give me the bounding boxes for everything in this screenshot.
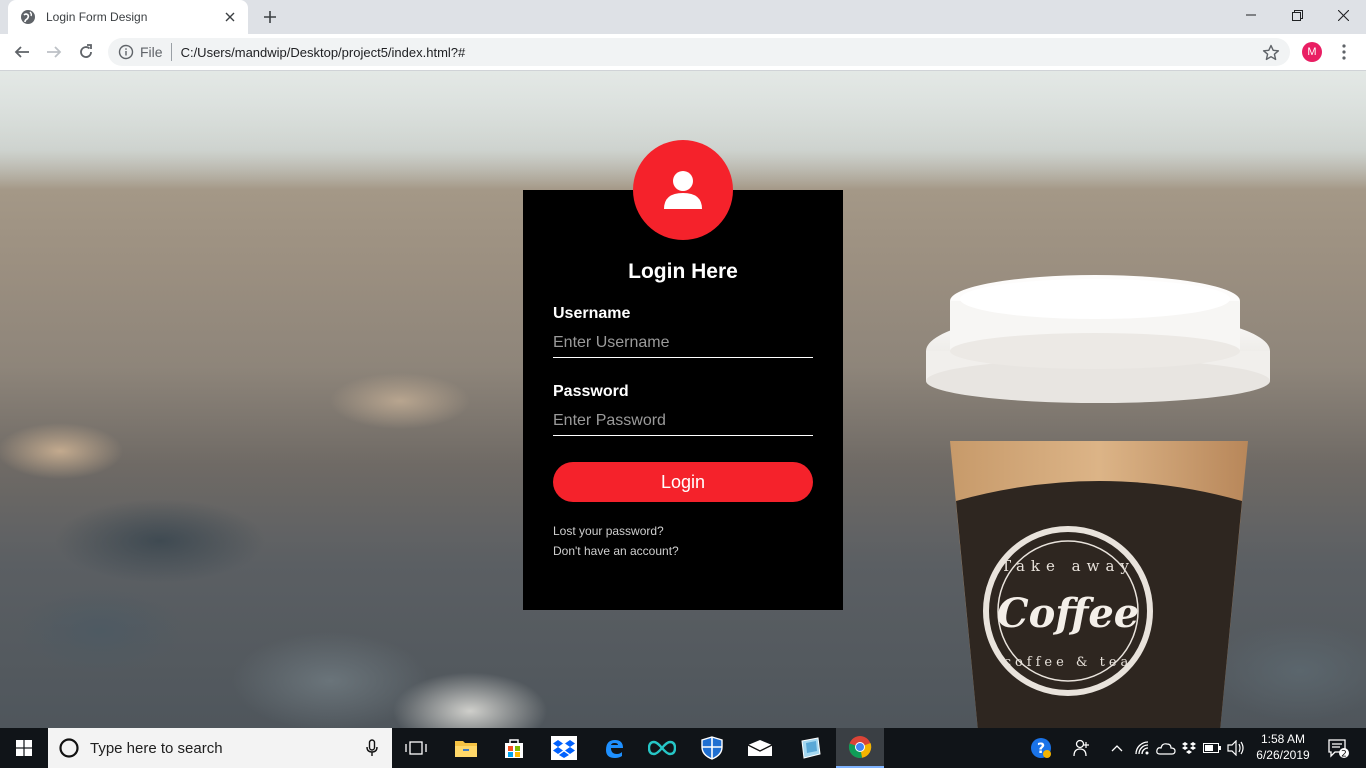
folder-icon xyxy=(455,741,477,757)
infinity-icon xyxy=(648,740,676,756)
login-button[interactable]: Login xyxy=(553,462,813,502)
windows-taskbar: Type here to search ? 1:58 AM 6/26/2019 … xyxy=(0,728,1366,768)
volume-icon[interactable] xyxy=(1224,728,1248,768)
chrome-button[interactable] xyxy=(836,728,884,768)
shield-icon xyxy=(701,736,723,760)
store-button[interactable] xyxy=(490,728,538,768)
tab-close-icon[interactable] xyxy=(222,9,238,25)
action-center-button[interactable]: 2 xyxy=(1318,728,1358,768)
clock-date: 6/26/2019 xyxy=(1256,748,1310,762)
mail-button[interactable] xyxy=(736,728,784,768)
dropbox-icon xyxy=(551,736,577,760)
notification-count: 2 xyxy=(1341,750,1347,760)
kebab-menu-icon xyxy=(1342,44,1346,60)
file-explorer-button[interactable] xyxy=(442,728,490,768)
password-label: Password xyxy=(553,383,629,400)
back-button[interactable] xyxy=(8,38,36,66)
username-label: Username xyxy=(553,305,631,322)
restore-button[interactable] xyxy=(1274,0,1320,30)
defender-button[interactable] xyxy=(688,728,736,768)
signup-link[interactable]: Don't have an account? xyxy=(553,544,679,558)
user-avatar-badge xyxy=(633,140,733,240)
back-arrow-icon xyxy=(14,46,29,58)
app-tile-icon xyxy=(801,737,821,759)
info-icon[interactable] xyxy=(118,44,134,60)
browser-menu-button[interactable] xyxy=(1336,42,1352,62)
url-text[interactable]: C:/Users/mandwip/Desktop/project5/index.… xyxy=(181,45,466,60)
cup-label-coffee: Coffee xyxy=(997,590,1140,637)
coffee-cup-image: Take away Coffee coffee & tea xyxy=(926,275,1270,728)
browser-tab-strip: Login Form Design xyxy=(0,0,1366,34)
dropbox-button[interactable] xyxy=(540,728,588,768)
browser-tab-active[interactable]: Login Form Design xyxy=(8,0,248,34)
reload-icon xyxy=(80,44,92,58)
notification-icon: 2 xyxy=(1328,739,1349,760)
task-view-button[interactable] xyxy=(392,728,440,768)
windows-logo-icon xyxy=(16,740,32,756)
app-button[interactable] xyxy=(786,728,834,768)
store-bag-icon xyxy=(505,739,523,758)
dropbox-tray-icon[interactable] xyxy=(1178,728,1200,768)
clock-time: 1:58 AM xyxy=(1260,732,1306,746)
taskbar-clock[interactable]: 1:58 AM 6/26/2019 xyxy=(1248,731,1318,763)
user-icon xyxy=(664,171,702,209)
onedrive-icon[interactable] xyxy=(1154,728,1178,768)
address-bar[interactable]: File C:/Users/mandwip/Desktop/project5/i… xyxy=(108,38,1290,66)
start-button[interactable] xyxy=(0,728,48,768)
cup-label-tea: coffee & tea xyxy=(1004,655,1133,670)
minimize-button[interactable] xyxy=(1228,0,1274,30)
microphone-icon[interactable] xyxy=(366,739,378,757)
url-separator xyxy=(170,43,172,61)
globe-icon xyxy=(21,10,35,24)
reload-button[interactable] xyxy=(72,38,100,66)
envelope-icon xyxy=(747,740,773,756)
tab-title: Login Form Design xyxy=(46,10,148,24)
wifi-icon[interactable] xyxy=(1132,728,1154,768)
taskbar-search[interactable]: Type here to search xyxy=(48,728,392,768)
help-tray-icon[interactable]: ? xyxy=(1028,728,1054,768)
close-window-button[interactable] xyxy=(1320,0,1366,30)
chrome-icon xyxy=(848,736,872,758)
taskbar-search-placeholder: Type here to search xyxy=(90,739,223,757)
new-tab-button[interactable] xyxy=(258,7,282,27)
cup-label-takeaway: Take away xyxy=(1001,557,1135,575)
browser-toolbar: File C:/Users/mandwip/Desktop/project5/i… xyxy=(0,34,1366,71)
lost-password-link[interactable]: Lost your password? xyxy=(553,524,664,538)
task-view-icon xyxy=(405,741,427,755)
forward-arrow-icon xyxy=(47,46,62,58)
arduino-button[interactable] xyxy=(638,728,686,768)
forward-button[interactable] xyxy=(40,38,68,66)
edge-button[interactable] xyxy=(590,728,638,768)
cortana-circle-icon xyxy=(59,738,79,758)
battery-icon[interactable] xyxy=(1200,728,1224,768)
edge-icon xyxy=(606,740,623,758)
people-icon[interactable] xyxy=(1070,728,1094,768)
page-background: Take away Coffee coffee & tea Login Here… xyxy=(0,71,1366,728)
password-input[interactable] xyxy=(553,410,813,436)
chevron-up-icon[interactable] xyxy=(1106,728,1128,768)
login-heading: Login Here xyxy=(628,260,738,283)
url-scheme: File xyxy=(140,44,163,60)
login-form: Login Here Username Password Login Lost … xyxy=(523,140,843,610)
bookmark-star-icon[interactable] xyxy=(1262,44,1280,62)
profile-avatar[interactable]: M xyxy=(1302,42,1322,62)
username-input[interactable] xyxy=(553,332,813,358)
